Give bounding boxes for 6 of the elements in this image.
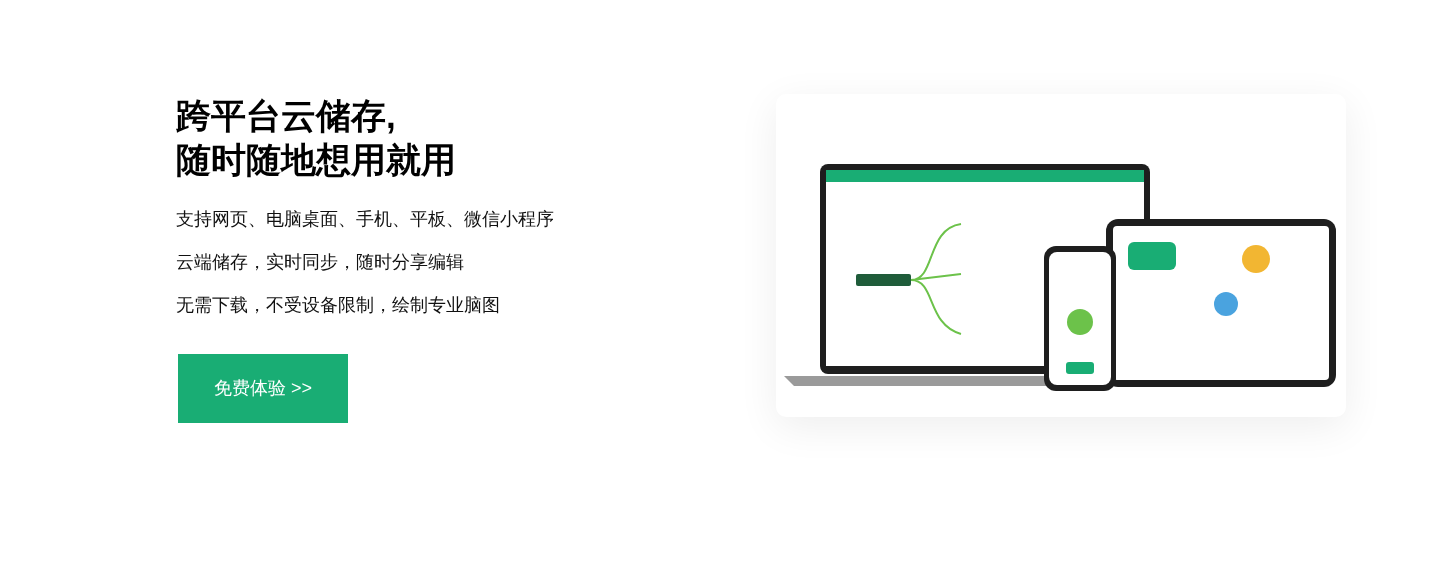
feature-text: 无需下载，不受设备限制，绘制专业脑图 bbox=[176, 294, 501, 316]
feature-text: 支持网页、电脑桌面、手机、平板、微信小程序 bbox=[176, 208, 555, 230]
free-trial-button[interactable]: 免费体验 >> bbox=[178, 354, 348, 423]
feature-text: 云端储存，实时同步，随时分享编辑 bbox=[176, 251, 465, 273]
heading-line: 跨平台云储存, bbox=[176, 95, 397, 137]
heading-line: 随时随地想用就用 bbox=[176, 139, 457, 181]
